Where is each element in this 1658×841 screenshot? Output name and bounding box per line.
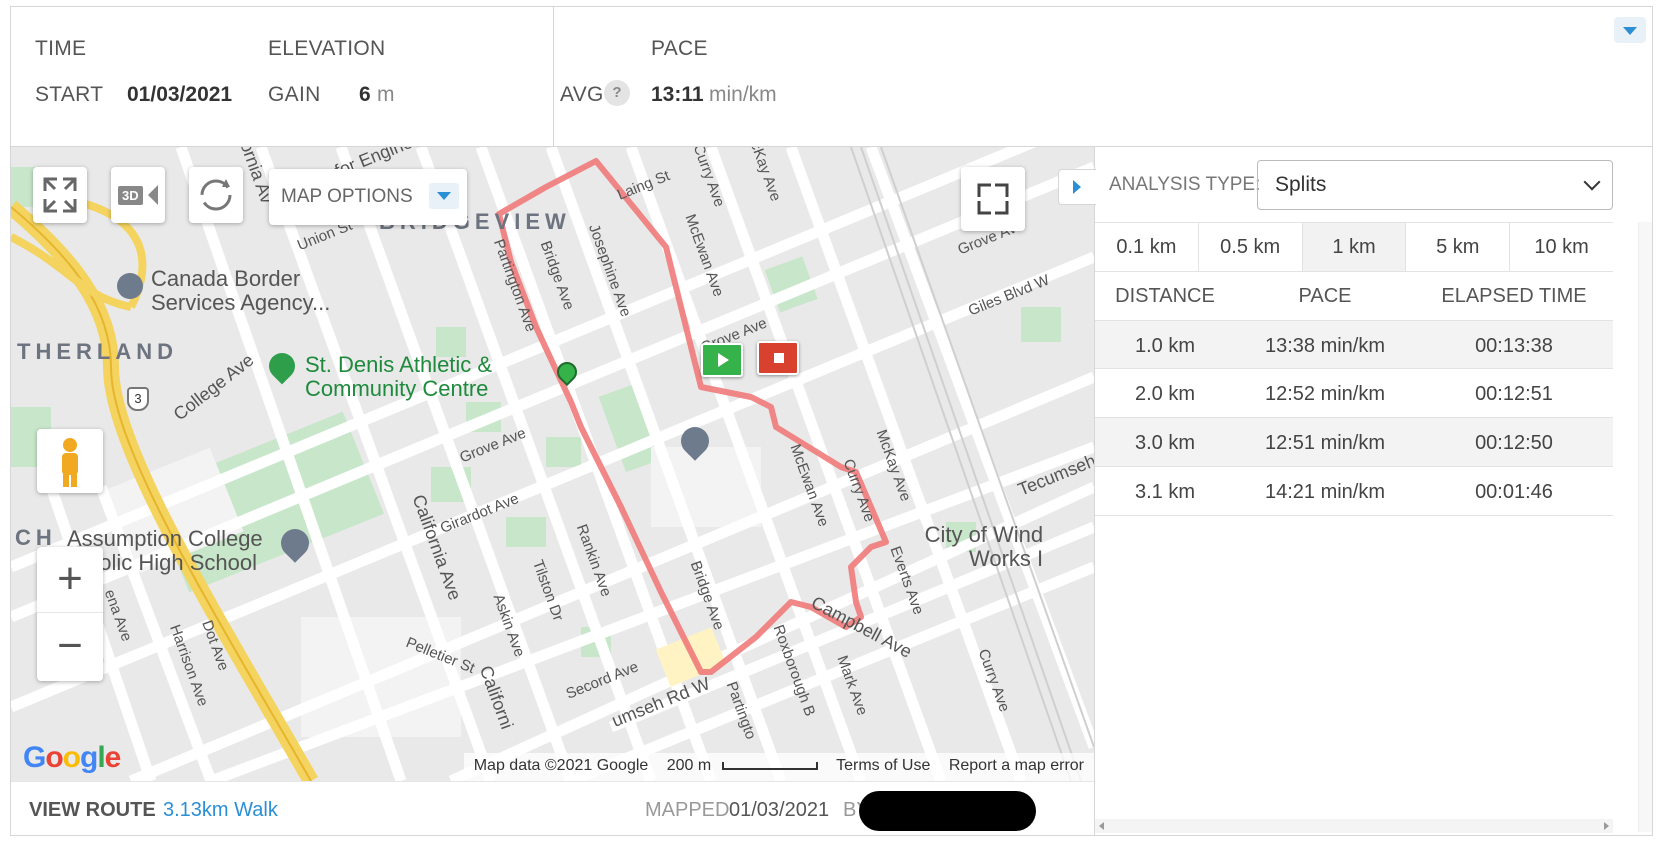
split-pace: 13:38 min/km	[1264, 335, 1386, 357]
route-link[interactable]: 3.13km Walk	[163, 799, 278, 822]
fullscreen-map-button[interactable]	[961, 167, 1025, 231]
zoom-in-button[interactable]: +	[37, 547, 103, 613]
poi-cbsa-line1: Canada Border	[151, 266, 301, 291]
poi-city-works-line1: City of Wind	[924, 522, 1044, 547]
table-row: 1.0 km 13:38 min/km 00:13:38	[1095, 320, 1613, 369]
pegman-icon	[62, 438, 78, 487]
start-label: START	[35, 83, 104, 106]
poi-city-works[interactable]: City of Wind Works I	[921, 522, 1044, 571]
zoom-out-button[interactable]: −	[37, 614, 103, 680]
split-distance: 2.0 km	[1134, 383, 1196, 405]
government-icon	[117, 273, 143, 299]
start-marker[interactable]	[701, 343, 743, 377]
area-label-sutherland: THERLAND	[17, 339, 178, 364]
pace-column-header: PACE	[1298, 285, 1352, 307]
avg-label: AVG	[560, 83, 604, 106]
split-distance: 3.1 km	[1134, 481, 1196, 503]
redacted-username	[859, 791, 1036, 831]
rotate-view-button[interactable]	[189, 167, 243, 223]
splits-header: DISTANCE PACE ELAPSED TIME	[1095, 272, 1613, 320]
route-footer: VIEW ROUTE 3.13km Walk MAPPED 01/03/2021…	[11, 781, 1094, 835]
table-row: 3.0 km 12:51 min/km 00:12:50	[1095, 418, 1613, 467]
map-attribution: Map data ©2021 Google 200 m Terms of Use…	[463, 753, 1094, 781]
fullscreen-icon	[977, 183, 1009, 215]
gain-value: 6	[359, 83, 371, 106]
3d-view-button[interactable]: 3D	[111, 167, 165, 223]
poi-st-denis[interactable]: St. Denis Athletic & Community Centre	[263, 347, 493, 401]
split-elapsed: 00:12:50	[1475, 432, 1553, 454]
time-label: TIME	[35, 37, 87, 60]
street-view-pegman[interactable]	[37, 429, 103, 493]
split-distance-tabs: 0.1 km 0.5 km 1 km 5 km 10 km	[1095, 222, 1613, 272]
avg-pace-value: 13:11	[651, 83, 704, 106]
map-options-label: MAP OPTIONS	[281, 186, 413, 207]
pace-label: PACE	[651, 37, 708, 60]
map-options-dropdown[interactable]: MAP OPTIONS	[269, 169, 467, 225]
elapsed-column-header: ELAPSED TIME	[1441, 285, 1587, 307]
split-elapsed: 00:13:38	[1475, 335, 1553, 357]
poi-cbsa-line2: Services Agency...	[151, 290, 331, 315]
zoom-controls: + −	[37, 547, 103, 681]
highway-shield: 3	[127, 387, 149, 411]
route-map[interactable]: BRIDGEVIEW THERLAND CH Canada Border Ser…	[11, 147, 1094, 781]
avg-pace-unit: min/km	[709, 83, 777, 106]
tab-1-km[interactable]: 1 km	[1302, 223, 1407, 271]
end-marker[interactable]	[757, 341, 799, 375]
chevron-down-icon	[1583, 173, 1601, 191]
table-row: 2.0 km 12:52 min/km 00:12:51	[1095, 369, 1613, 418]
poi-st-denis-line1: St. Denis Athletic &	[305, 352, 493, 377]
scale-bar	[721, 761, 818, 770]
poi-st-denis-line2: Community Centre	[305, 376, 489, 401]
view-route-label: VIEW ROUTE	[29, 799, 156, 821]
split-distance: 1.0 km	[1134, 335, 1196, 357]
start-value: 01/03/2021	[127, 83, 233, 106]
stats-header: TIME START 01/03/2021 ELEVATION GAIN 6 m…	[11, 7, 1652, 147]
tab-10-km[interactable]: 10 km	[1510, 223, 1613, 271]
rotate-icon	[200, 179, 232, 211]
split-pace: 12:52 min/km	[1264, 383, 1386, 405]
map-data-text: Map data ©2021 Google	[473, 757, 649, 774]
terms-link[interactable]: Terms of Use	[836, 757, 930, 774]
elevation-label: ELEVATION	[268, 37, 386, 60]
analysis-type-select[interactable]: Splits	[1257, 160, 1613, 210]
distance-column-header: DISTANCE	[1115, 285, 1215, 307]
workout-details: TIME START 01/03/2021 ELEVATION GAIN 6 m…	[10, 6, 1653, 836]
collapse-stats-toggle[interactable]	[1614, 17, 1646, 43]
stats-time-elevation: TIME START 01/03/2021 ELEVATION GAIN 6 m	[11, 7, 554, 147]
mapped-label: MAPPED	[645, 799, 730, 821]
tab-5-km[interactable]: 5 km	[1406, 223, 1511, 271]
splits-vertical-scrollbar[interactable]	[1638, 222, 1652, 832]
poi-city-works-line2: Works I	[969, 546, 1044, 571]
table-row: 3.1 km 14:21 min/km 00:01:46	[1095, 467, 1613, 516]
gain-label: GAIN	[268, 83, 321, 106]
camera-icon	[148, 185, 158, 205]
stop-icon	[774, 353, 784, 363]
play-icon	[718, 353, 729, 367]
expand-icon	[43, 177, 77, 213]
poi-cbsa[interactable]: Canada Border Services Agency...	[117, 266, 331, 315]
help-icon[interactable]: ?	[604, 80, 630, 106]
split-pace: 12:51 min/km	[1264, 432, 1386, 454]
split-elapsed: 00:01:46	[1475, 481, 1553, 503]
report-error-link[interactable]: Report a map error	[949, 757, 1084, 774]
mapped-date: 01/03/2021	[729, 799, 830, 821]
analysis-panel: ANALYSIS TYPE: Splits 0.1 km 0.5 km 1 km…	[1058, 147, 1652, 835]
split-elapsed: 00:12:51	[1475, 383, 1553, 405]
stats-pace: PACE AVG ? 13:11 min/km	[554, 7, 1652, 147]
split-pace: 14:21 min/km	[1264, 481, 1386, 503]
chevron-down-icon	[429, 183, 459, 209]
splits-horizontal-scrollbar[interactable]	[1095, 819, 1613, 833]
split-distance: 3.0 km	[1134, 432, 1196, 454]
tab-0-1-km[interactable]: 0.1 km	[1095, 223, 1199, 271]
fullscreen-button[interactable]	[33, 167, 87, 223]
analysis-type-label: ANALYSIS TYPE:	[1109, 174, 1261, 195]
scale-text: 200 m	[666, 757, 712, 774]
3d-label: 3D	[118, 186, 143, 205]
gain-unit: m	[377, 83, 395, 106]
panel-toggle-button[interactable]	[1058, 169, 1096, 205]
google-logo: Google	[23, 741, 121, 774]
analysis-type-value: Splits	[1275, 173, 1327, 196]
tab-0-5-km[interactable]: 0.5 km	[1199, 223, 1303, 271]
